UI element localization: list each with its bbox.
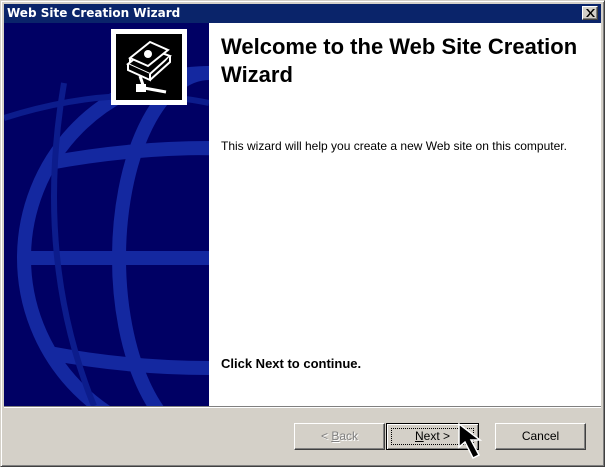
description-text: This wizard will help you create a new W… <box>221 139 567 153</box>
continue-instruction: Click Next to continue. <box>221 356 362 371</box>
back-button-rest: ack <box>339 429 359 443</box>
book-icon <box>126 40 172 94</box>
close-icon <box>586 9 595 17</box>
cancel-button[interactable]: Cancel <box>495 423 586 450</box>
content-panel: Welcome to the Web Site Creation Wizard … <box>209 23 601 406</box>
separator <box>4 406 601 408</box>
back-button[interactable]: < Back <box>294 423 385 450</box>
mouse-pointer-icon <box>458 422 483 460</box>
sidebar-panel <box>4 23 209 406</box>
next-button-rest: ext > <box>423 429 451 443</box>
wizard-window: Web Site Creation Wizard Welcome to the … <box>0 0 605 467</box>
next-button-label: Next > <box>415 429 450 443</box>
web-site-wizard-icon <box>111 29 187 105</box>
back-button-prefix: < <box>320 429 332 443</box>
title-bar[interactable]: Web Site Creation Wizard <box>4 4 601 23</box>
page-title: Welcome to the Web Site Creation Wizard <box>221 34 578 87</box>
next-mnemonic: N <box>414 429 424 443</box>
window-title: Web Site Creation Wizard <box>7 6 181 20</box>
close-button[interactable] <box>582 6 598 20</box>
